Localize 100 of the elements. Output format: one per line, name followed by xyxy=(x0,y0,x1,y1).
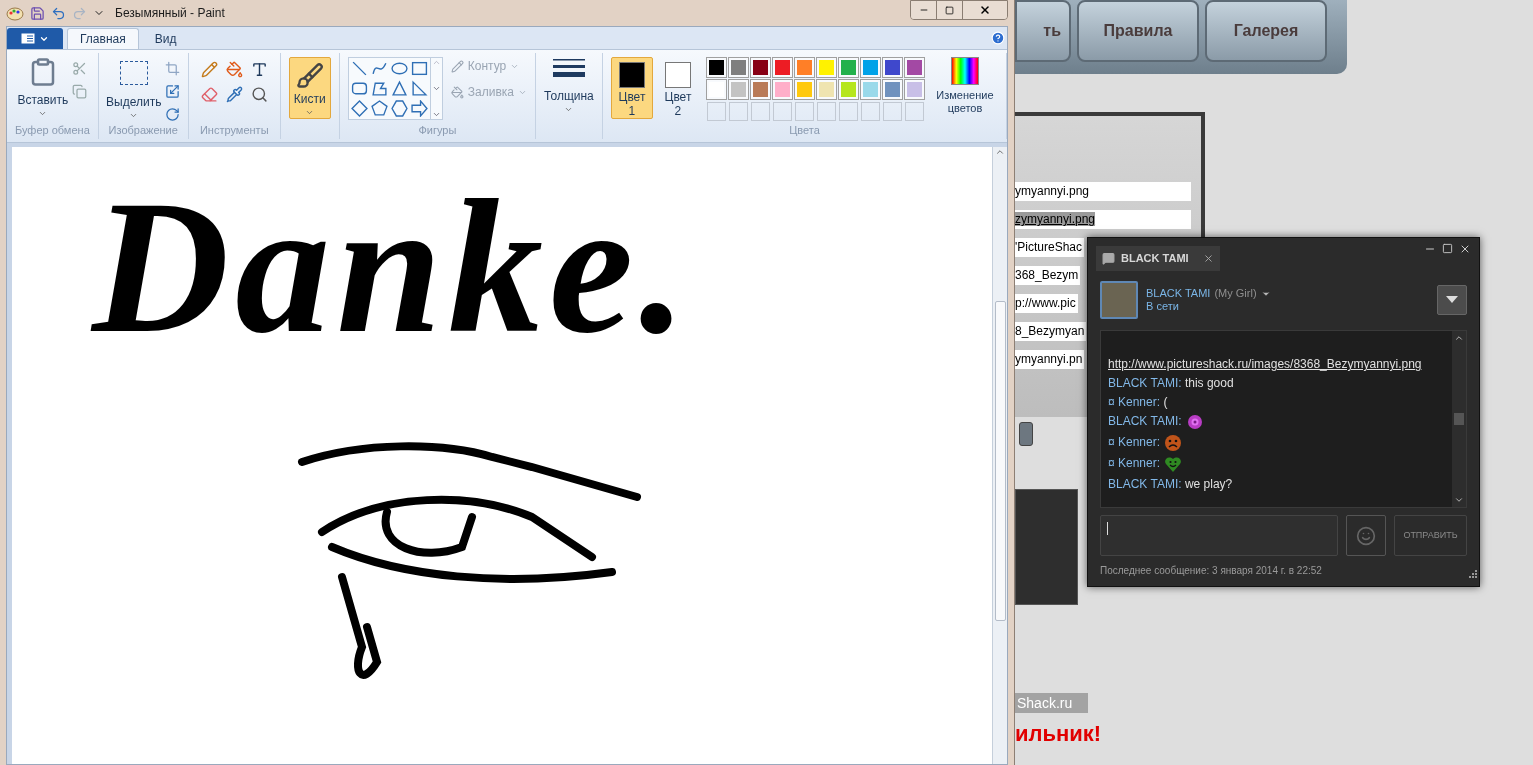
edit-colors-button[interactable]: Изменение цветов xyxy=(931,57,998,115)
eraser-icon[interactable] xyxy=(200,86,218,103)
resize-icon[interactable] xyxy=(164,84,180,99)
palette-swatch[interactable] xyxy=(860,80,880,99)
resize-grip-icon[interactable] xyxy=(1468,569,1477,578)
rotate-icon[interactable] xyxy=(164,107,180,122)
nav-button[interactable]: Правила xyxy=(1077,0,1199,62)
select-button[interactable]: Выделить xyxy=(106,57,161,120)
empty-swatch[interactable] xyxy=(794,102,814,121)
rounded-rectangle-shape-icon[interactable] xyxy=(350,80,368,97)
curve-shape-icon[interactable] xyxy=(370,60,388,77)
palette-app-icon[interactable] xyxy=(6,4,24,22)
scroll-down-icon[interactable] xyxy=(1454,495,1464,505)
palette-swatch[interactable] xyxy=(750,58,770,77)
copy-icon[interactable] xyxy=(71,84,87,99)
scroll-up-icon[interactable] xyxy=(1454,333,1464,343)
close-tab-icon[interactable] xyxy=(1202,253,1214,264)
expand-gallery-icon[interactable] xyxy=(431,110,441,119)
palette-swatch[interactable] xyxy=(772,58,792,77)
color-slot-button[interactable]: Цвет 1 xyxy=(610,57,653,119)
maximize-icon[interactable] xyxy=(1442,243,1453,254)
diamond-shape-icon[interactable] xyxy=(350,100,368,117)
palette-swatch[interactable] xyxy=(728,80,748,99)
empty-swatch[interactable] xyxy=(772,102,792,121)
rectangle-shape-icon[interactable] xyxy=(410,60,428,77)
empty-swatch[interactable] xyxy=(750,102,770,121)
url-field[interactable]: p://www.pic xyxy=(1015,294,1078,313)
palette-swatch[interactable] xyxy=(794,80,814,99)
palette-swatch[interactable] xyxy=(838,80,858,99)
chat-scrollbar[interactable] xyxy=(1452,331,1466,507)
crop-icon[interactable] xyxy=(164,61,180,76)
chat-tab[interactable]: BLACK TAMI xyxy=(1096,246,1220,271)
close-icon[interactable] xyxy=(1459,243,1471,255)
palette-swatch[interactable] xyxy=(772,80,792,99)
color-picker-icon[interactable] xyxy=(225,86,243,103)
palette-swatch[interactable] xyxy=(794,58,814,77)
palette-swatch[interactable] xyxy=(904,58,924,77)
palette-swatch[interactable] xyxy=(816,58,836,77)
empty-swatch[interactable] xyxy=(838,102,858,121)
palette-swatch[interactable] xyxy=(728,58,748,77)
scroll-up-icon[interactable] xyxy=(995,147,1005,157)
palette-swatch[interactable] xyxy=(882,80,902,99)
vertical-scrollbar[interactable] xyxy=(992,147,1007,764)
undo-icon[interactable] xyxy=(51,5,66,21)
url-field[interactable]: 368_Bezym xyxy=(1015,266,1081,285)
cut-icon[interactable] xyxy=(71,61,87,76)
brushes-button[interactable]: Кисти xyxy=(288,57,331,119)
palette-swatch[interactable] xyxy=(882,58,902,77)
scroll-thumb[interactable] xyxy=(994,300,1006,621)
empty-swatch[interactable] xyxy=(728,102,748,121)
url-field[interactable]: ymyannyi.png xyxy=(1015,182,1191,201)
maximize-button[interactable] xyxy=(937,1,963,19)
color-slot-button[interactable]: Цвет 2 xyxy=(656,57,699,119)
empty-swatch[interactable] xyxy=(904,102,924,121)
dropdown-button[interactable] xyxy=(1437,285,1467,315)
ribbon-tab[interactable]: Вид xyxy=(142,28,189,49)
empty-swatch[interactable] xyxy=(882,102,902,121)
scroll-thumb[interactable] xyxy=(1454,413,1464,425)
palette-swatch[interactable] xyxy=(816,80,836,99)
emoticon-button[interactable] xyxy=(1346,515,1386,556)
hexagon-shape-icon[interactable] xyxy=(390,100,408,117)
empty-swatch[interactable] xyxy=(860,102,880,121)
scroll-down-icon[interactable] xyxy=(431,84,441,93)
palette-swatch[interactable] xyxy=(706,80,726,99)
oval-shape-icon[interactable] xyxy=(390,60,408,77)
size-button[interactable]: Толщина xyxy=(543,57,594,114)
polygon-shape-icon[interactable] xyxy=(370,80,388,97)
paste-button[interactable]: Вставить xyxy=(17,57,68,118)
arrow-shape-icon[interactable] xyxy=(410,100,428,117)
palette-swatch[interactable] xyxy=(904,80,924,99)
message-link[interactable]: http://www.pictureshack.ru/images/8368_Bezymyannyi.png xyxy=(1108,357,1422,371)
magnifier-icon[interactable] xyxy=(250,86,268,103)
file-menu-button[interactable] xyxy=(7,28,63,49)
send-button[interactable]: ОТПРАВИТЬ xyxy=(1394,515,1467,556)
url-field[interactable]: zymyannyi.png xyxy=(1015,210,1191,229)
nav-button[interactable]: ть xyxy=(1015,0,1071,62)
triangle-shape-icon[interactable] xyxy=(390,80,408,97)
line-shape-icon[interactable] xyxy=(350,60,368,77)
text-tool-icon[interactable] xyxy=(250,61,268,78)
message-sender: ¤ Kenner: xyxy=(1108,395,1161,409)
help-icon[interactable] xyxy=(991,31,1005,45)
url-field[interactable]: 8_Bezymyan xyxy=(1015,322,1087,341)
pencil-icon[interactable] xyxy=(200,61,218,78)
minimize-button[interactable] xyxy=(911,1,937,19)
palette-swatch[interactable] xyxy=(838,58,858,77)
url-field[interactable]: ymyannyi.pn xyxy=(1015,350,1085,369)
palette-swatch[interactable] xyxy=(750,80,770,99)
palette-swatch[interactable] xyxy=(706,58,726,77)
empty-swatch[interactable] xyxy=(816,102,836,121)
palette-swatch[interactable] xyxy=(860,58,880,77)
save-icon[interactable] xyxy=(30,5,45,21)
ribbon-tab[interactable]: Главная xyxy=(67,28,139,49)
pentagon-shape-icon[interactable] xyxy=(370,100,388,117)
nav-button[interactable]: Галерея xyxy=(1205,0,1327,62)
message-input[interactable] xyxy=(1100,515,1338,556)
fill-bucket-icon[interactable] xyxy=(225,61,243,78)
close-button[interactable] xyxy=(963,1,1007,19)
right-triangle-shape-icon[interactable] xyxy=(410,80,428,97)
empty-swatch[interactable] xyxy=(706,102,726,121)
url-field[interactable]: 'PictureShac xyxy=(1015,238,1084,257)
